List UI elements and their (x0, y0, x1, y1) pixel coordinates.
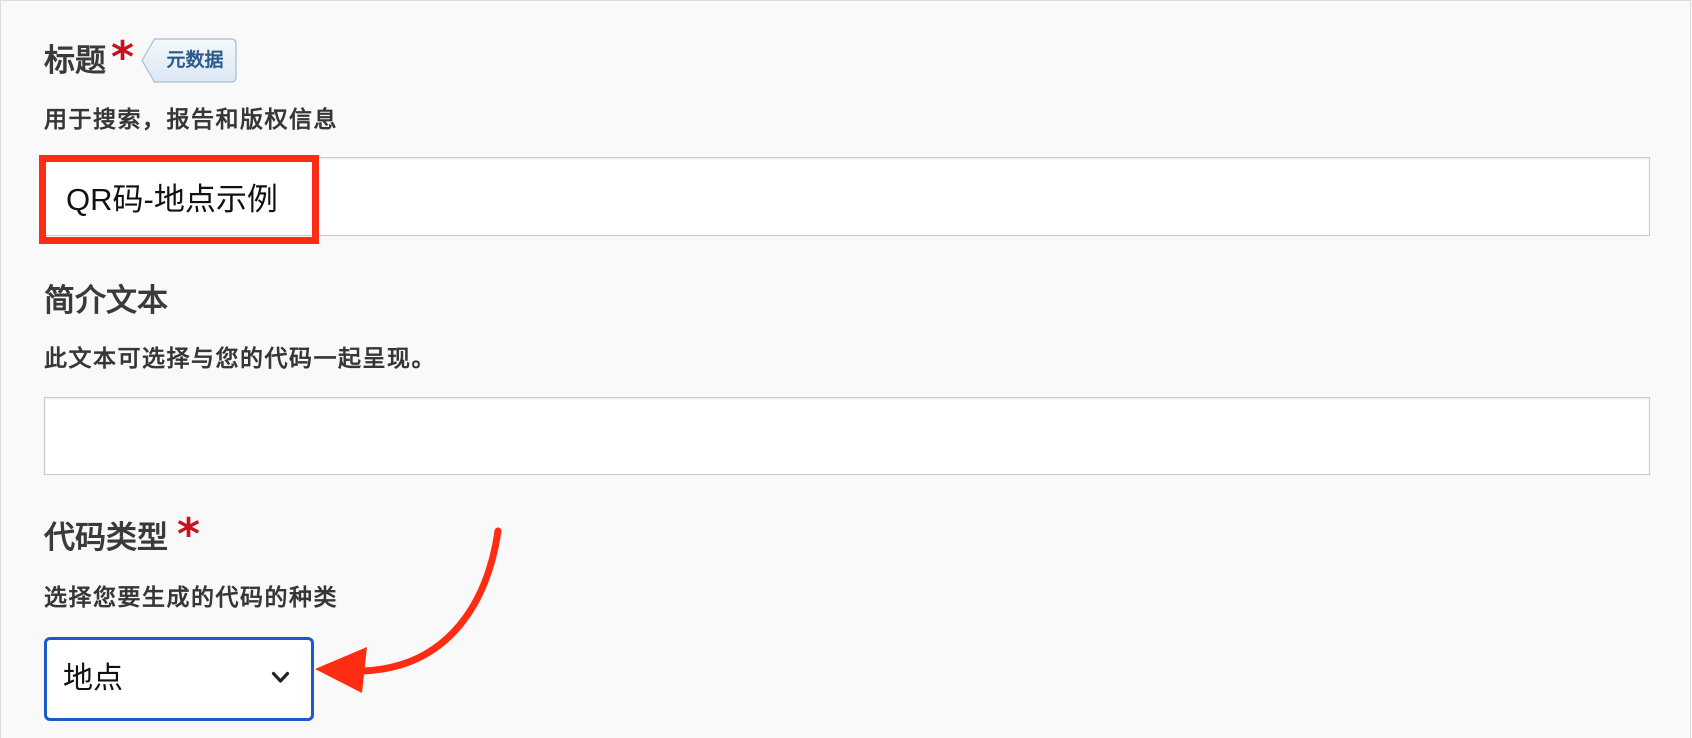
required-asterisk: * (177, 509, 201, 560)
code-type-selected-value: 地点 (63, 662, 123, 695)
form-panel: 标题 * 元数据 用于搜索，报告和版权信息 简介文本 此文本可选择与您的代码一起… (0, 0, 1691, 738)
metadata-tag: 元数据 (141, 38, 237, 83)
annotation-highlight-box (39, 155, 319, 244)
code-type-label: 代码类型 (44, 520, 168, 555)
intro-text-help-text: 此文本可选择与您的代码一起呈现。 (44, 345, 436, 371)
code-type-help-text: 选择您要生成的代码的种类 (44, 584, 338, 610)
required-asterisk: * (111, 32, 135, 83)
title-help-text: 用于搜索，报告和版权信息 (44, 106, 338, 132)
code-type-select[interactable]: 地点 (44, 637, 314, 721)
intro-text-label: 简介文本 (44, 283, 168, 318)
metadata-tag-label: 元数据 (166, 50, 224, 71)
chevron-down-icon (271, 671, 290, 683)
intro-text-input[interactable] (44, 397, 1650, 475)
title-label: 标题 (44, 43, 106, 78)
